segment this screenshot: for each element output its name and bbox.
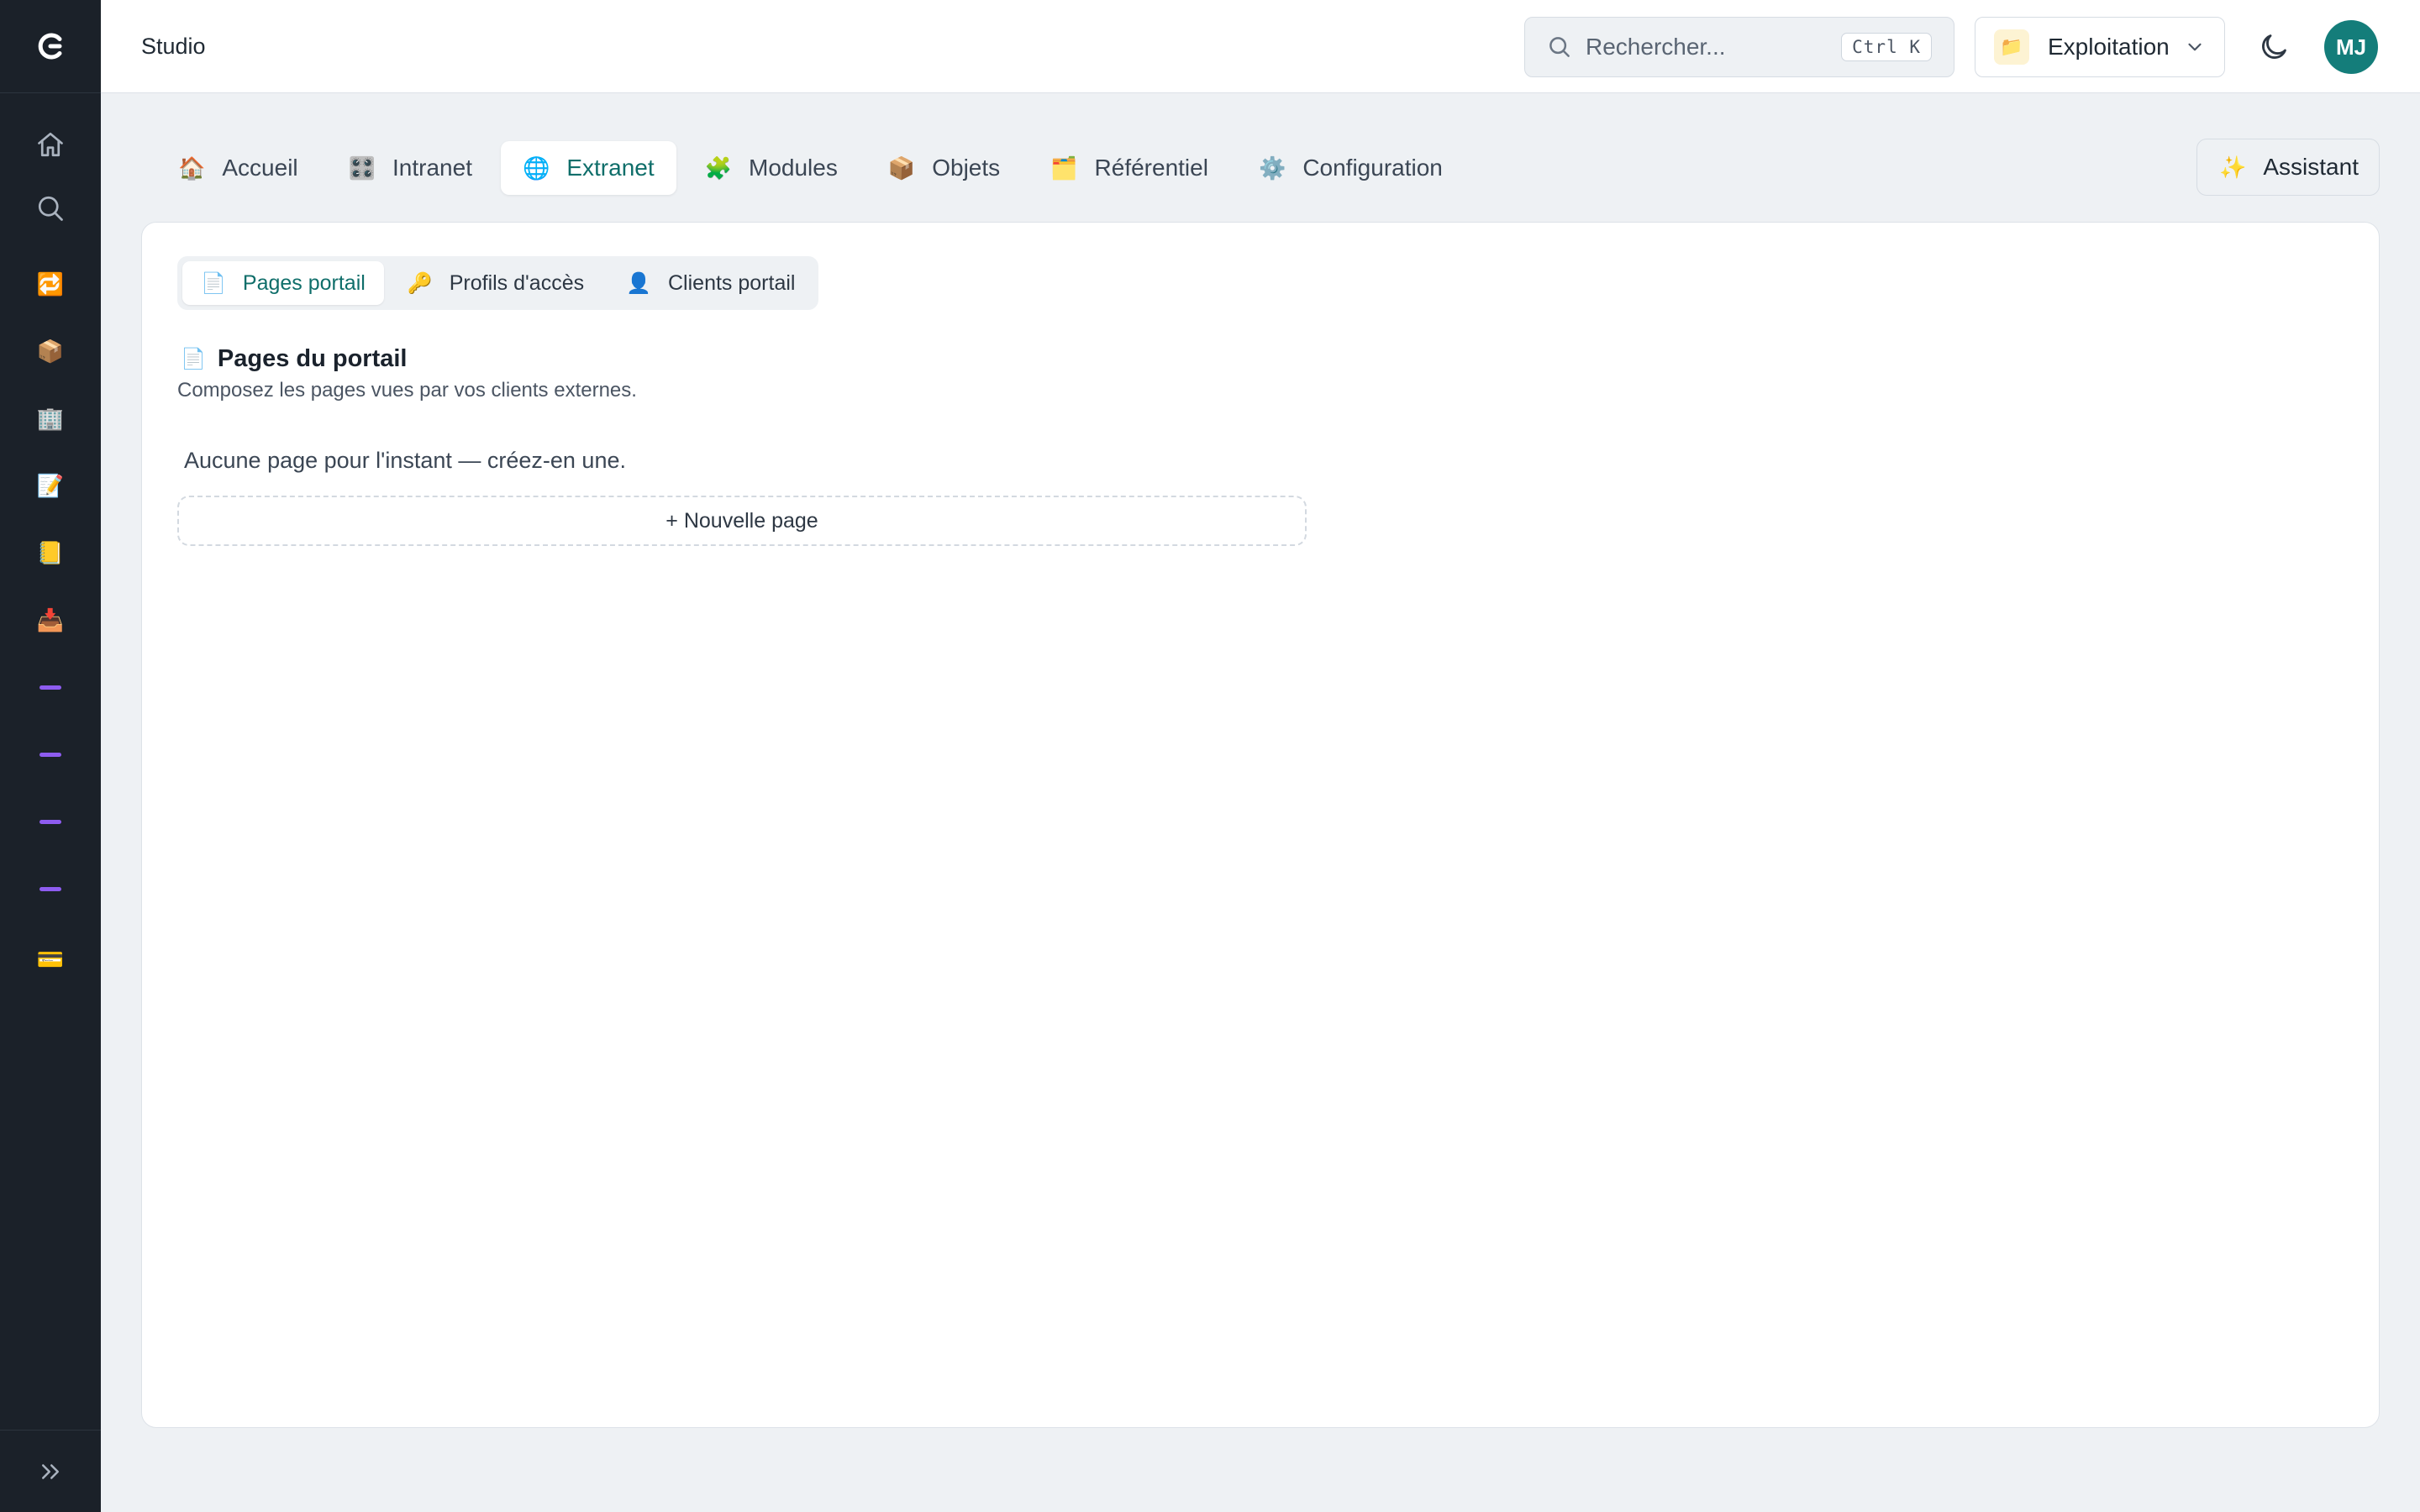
subtab-label: Profils d'accès — [449, 270, 585, 295]
package-icon: 📦 — [36, 339, 65, 364]
search-shortcut-badge: Ctrl K — [1841, 33, 1932, 61]
sidebar-item-dash-4[interactable] — [0, 864, 101, 914]
section-title: Pages du portail — [217, 344, 408, 372]
dash-icon — [39, 886, 61, 891]
assistant-label: Assistant — [2263, 154, 2359, 180]
tab-modules[interactable]: 🧩 Modules — [683, 141, 860, 195]
subtab-pages-portail[interactable]: 📄 Pages portail — [182, 261, 384, 305]
sidebar-item-card[interactable]: 💳 — [0, 934, 101, 984]
document-edit-icon: 📝 — [36, 473, 65, 498]
gear-icon: ⚙️ — [1258, 155, 1286, 181]
subtab-profils-acces[interactable]: 🔑 Profils d'accès — [389, 261, 602, 305]
app-logo[interactable] — [0, 0, 101, 93]
puzzle-icon: 🧩 — [704, 155, 732, 181]
tab-objets[interactable]: 📦 Objets — [866, 141, 1022, 195]
page-title: Studio — [141, 34, 206, 59]
search-icon — [1549, 37, 1570, 57]
main-tabs: 🏠 Accueil 🎛️ Intranet 🌐 Extranet 🧩 Modul… — [156, 141, 1465, 195]
search-placeholder: Rechercher... — [1586, 34, 1726, 60]
tab-label: Configuration — [1302, 155, 1443, 181]
search-icon — [38, 196, 63, 221]
sidebar-item-package[interactable]: 📦 — [0, 326, 101, 376]
dash-icon — [39, 819, 61, 824]
control-knobs-icon: 🎛️ — [348, 155, 376, 181]
tab-label: Intranet — [392, 155, 472, 181]
sidebar-item-returns[interactable]: 🔁 — [0, 259, 101, 309]
subtab-label: Clients portail — [668, 270, 796, 295]
tab-configuration[interactable]: ⚙️ Configuration — [1237, 141, 1465, 195]
page-icon: 📄 — [181, 347, 206, 370]
sidebar-item-search[interactable] — [0, 183, 101, 234]
content-card: 📄 Pages portail 🔑 Profils d'accès 👤 Clie… — [141, 222, 2380, 1428]
user-avatar[interactable]: MJ — [2324, 20, 2378, 74]
workspace-selector[interactable]: 📁 Exploitation — [1975, 17, 2225, 77]
new-page-button[interactable]: + Nouvelle page — [177, 496, 1307, 546]
sidebar-item-document[interactable]: 📝 — [0, 460, 101, 511]
building-icon: 🏢 — [36, 406, 65, 431]
folder-tabs-icon: 🗂️ — [1050, 155, 1078, 181]
folder-icon: 📁 — [1994, 29, 2029, 65]
user-icon: 👤 — [626, 271, 651, 295]
dash-icon — [39, 752, 61, 757]
tab-label: Extranet — [566, 155, 655, 181]
sub-tabs: 📄 Pages portail 🔑 Profils d'accès 👤 Clie… — [177, 256, 819, 310]
tab-intranet[interactable]: 🎛️ Intranet — [327, 141, 494, 195]
globe-icon: 🌐 — [522, 155, 550, 181]
repeat-icon: 🔁 — [36, 271, 65, 297]
tab-label: Modules — [749, 155, 838, 181]
package-icon: 📦 — [887, 155, 916, 181]
section-description: Composez les pages vues par vos clients … — [177, 379, 637, 402]
sparkles-icon: ✨ — [2219, 154, 2247, 180]
tab-accueil[interactable]: 🏠 Accueil — [156, 141, 320, 195]
search-input[interactable]: Rechercher... Ctrl K — [1524, 17, 1954, 77]
sidebar-item-dash-1[interactable] — [0, 662, 101, 712]
sidebar-expand-button[interactable] — [0, 1430, 101, 1512]
dash-icon — [39, 685, 61, 690]
app-logo-icon — [38, 33, 62, 60]
moon-icon — [2262, 34, 2286, 59]
subtab-clients-portail[interactable]: 👤 Clients portail — [608, 261, 813, 305]
sidebar-item-inbox[interactable]: 📥 — [0, 595, 101, 645]
empty-state-text: Aucune page pour l'instant — créez-en un… — [184, 448, 626, 473]
sidebar-item-ledger[interactable]: 📒 — [0, 528, 101, 578]
sidebar-item-home[interactable] — [0, 119, 101, 170]
section-heading: 📄 Pages du portail — [181, 340, 408, 377]
tab-referentiel[interactable]: 🗂️ Référentiel — [1028, 141, 1230, 195]
sidebar-item-dash-3[interactable] — [0, 796, 101, 847]
inbox-icon: 📥 — [36, 607, 65, 633]
key-icon: 🔑 — [407, 271, 433, 295]
sidebar-item-dash-2[interactable] — [0, 729, 101, 780]
double-chevron-right-icon — [42, 1463, 59, 1479]
workspace-label: Exploitation — [2048, 34, 2170, 60]
subtab-label: Pages portail — [242, 270, 366, 295]
theme-toggle-button[interactable] — [2249, 22, 2299, 72]
credit-card-icon: 💳 — [36, 947, 65, 972]
tab-extranet[interactable]: 🌐 Extranet — [500, 141, 676, 195]
ledger-icon: 📒 — [36, 540, 65, 565]
home-icon — [38, 132, 63, 157]
chevron-down-icon — [2188, 43, 2202, 51]
house-icon: 🏠 — [178, 155, 206, 181]
page-icon: 📄 — [201, 271, 226, 295]
top-bar: Studio Rechercher... Ctrl K 📁 Exploitati… — [101, 0, 2420, 93]
assistant-button[interactable]: ✨ Assistant — [2196, 139, 2380, 196]
sidebar-item-building[interactable]: 🏢 — [0, 393, 101, 444]
tab-label: Accueil — [222, 155, 298, 181]
tab-label: Référentiel — [1094, 155, 1208, 181]
tab-label: Objets — [932, 155, 1001, 181]
app-sidebar: 🔁 📦 🏢 📝 📒 📥 💳 — [0, 0, 101, 1512]
